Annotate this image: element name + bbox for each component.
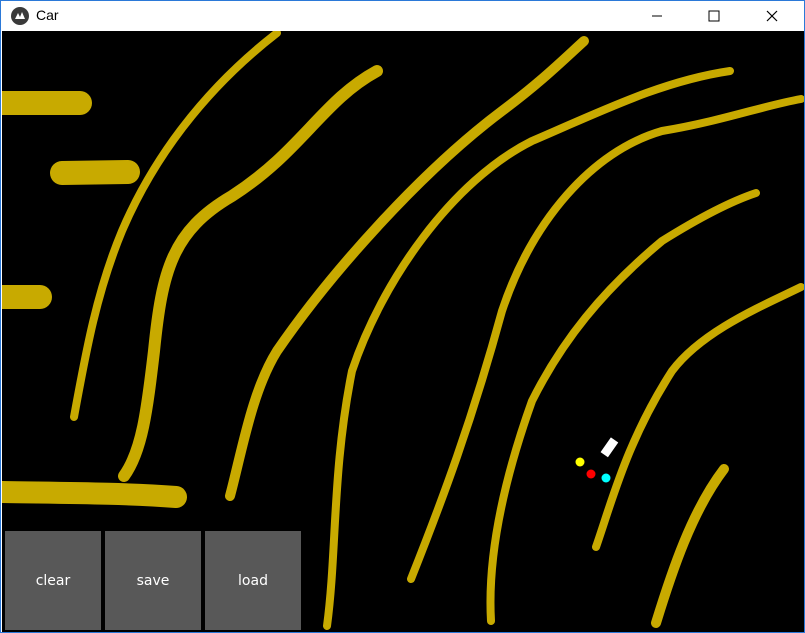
close-icon (766, 10, 778, 22)
maximize-icon (708, 10, 720, 22)
title-bar[interactable]: Car (1, 1, 804, 31)
app-window: Car clear save load (0, 0, 805, 633)
save-button[interactable]: save (105, 531, 201, 630)
sensor-yellow (575, 457, 585, 467)
sensor-cyan (601, 473, 611, 483)
load-button[interactable]: load (205, 531, 301, 630)
sensor-red (586, 469, 596, 479)
clear-button[interactable]: clear (5, 531, 101, 630)
sand-stroke (70, 31, 281, 421)
minimize-icon (652, 15, 662, 17)
window-title: Car (36, 7, 59, 23)
sand-stroke (486, 189, 760, 625)
minimize-button[interactable] (634, 1, 680, 31)
drawing-canvas[interactable]: clear save load (2, 31, 804, 632)
sand-stroke (323, 67, 734, 630)
close-button[interactable] (749, 1, 795, 31)
kivy-logo-icon (11, 7, 29, 25)
maximize-button[interactable] (691, 1, 737, 31)
sand-stroke (50, 160, 140, 185)
sand-stroke (2, 481, 187, 508)
sand-stroke (225, 36, 589, 501)
sand-stroke (651, 464, 729, 628)
car (600, 437, 619, 458)
